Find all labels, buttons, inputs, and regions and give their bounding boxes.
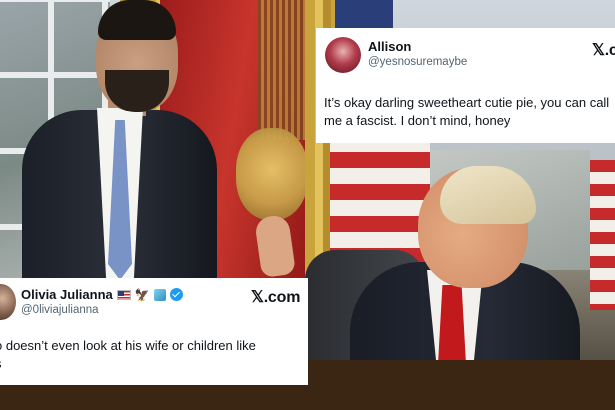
tweet-author-name[interactable]: Olivia Julianna [21,287,113,302]
tweet-text-line: o doesn’t even look at his wife or child… [0,338,256,353]
us-flag-emoji-icon [116,289,131,300]
verified-badge-icon [169,288,183,301]
tweet-author-handle[interactable]: @0liviajulianna [21,304,99,316]
tweet-card-allison: Allison @yesnosuremaybe 𝕏.com It’s okay … [316,28,615,143]
tweet-text-line: It’s okay darling sweetheart cutie pie, … [324,95,610,110]
cube-emoji-icon [153,288,166,301]
x-logo-text: 𝕏.com [251,289,301,306]
flag-seal [236,128,308,220]
tweet-author-handle[interactable]: @yesnosuremaybe [368,56,467,68]
tweet-card-olivia: Olivia Julianna 🦅 @0liviajulianna 𝕏.com … [0,278,308,385]
flag-fringe [258,0,308,140]
tweet-text: o doesn’t even look at his wife or child… [0,337,295,373]
american-flag-right [590,160,615,310]
tweet-text-line: me a fascist. I don’t mind, honey [324,113,511,128]
eagle-emoji-icon: 🦅 [134,287,150,302]
tweet-text: It’s okay darling sweetheart cutie pie, … [324,94,615,130]
tweet-author-name-row: Olivia Julianna 🦅 [21,287,183,302]
tweet-text-line: s [0,355,295,373]
avatar[interactable] [0,284,16,320]
tweet-author-name[interactable]: Allison [368,39,411,54]
avatar[interactable] [325,37,361,73]
x-logo-text: 𝕏.com [592,42,615,59]
